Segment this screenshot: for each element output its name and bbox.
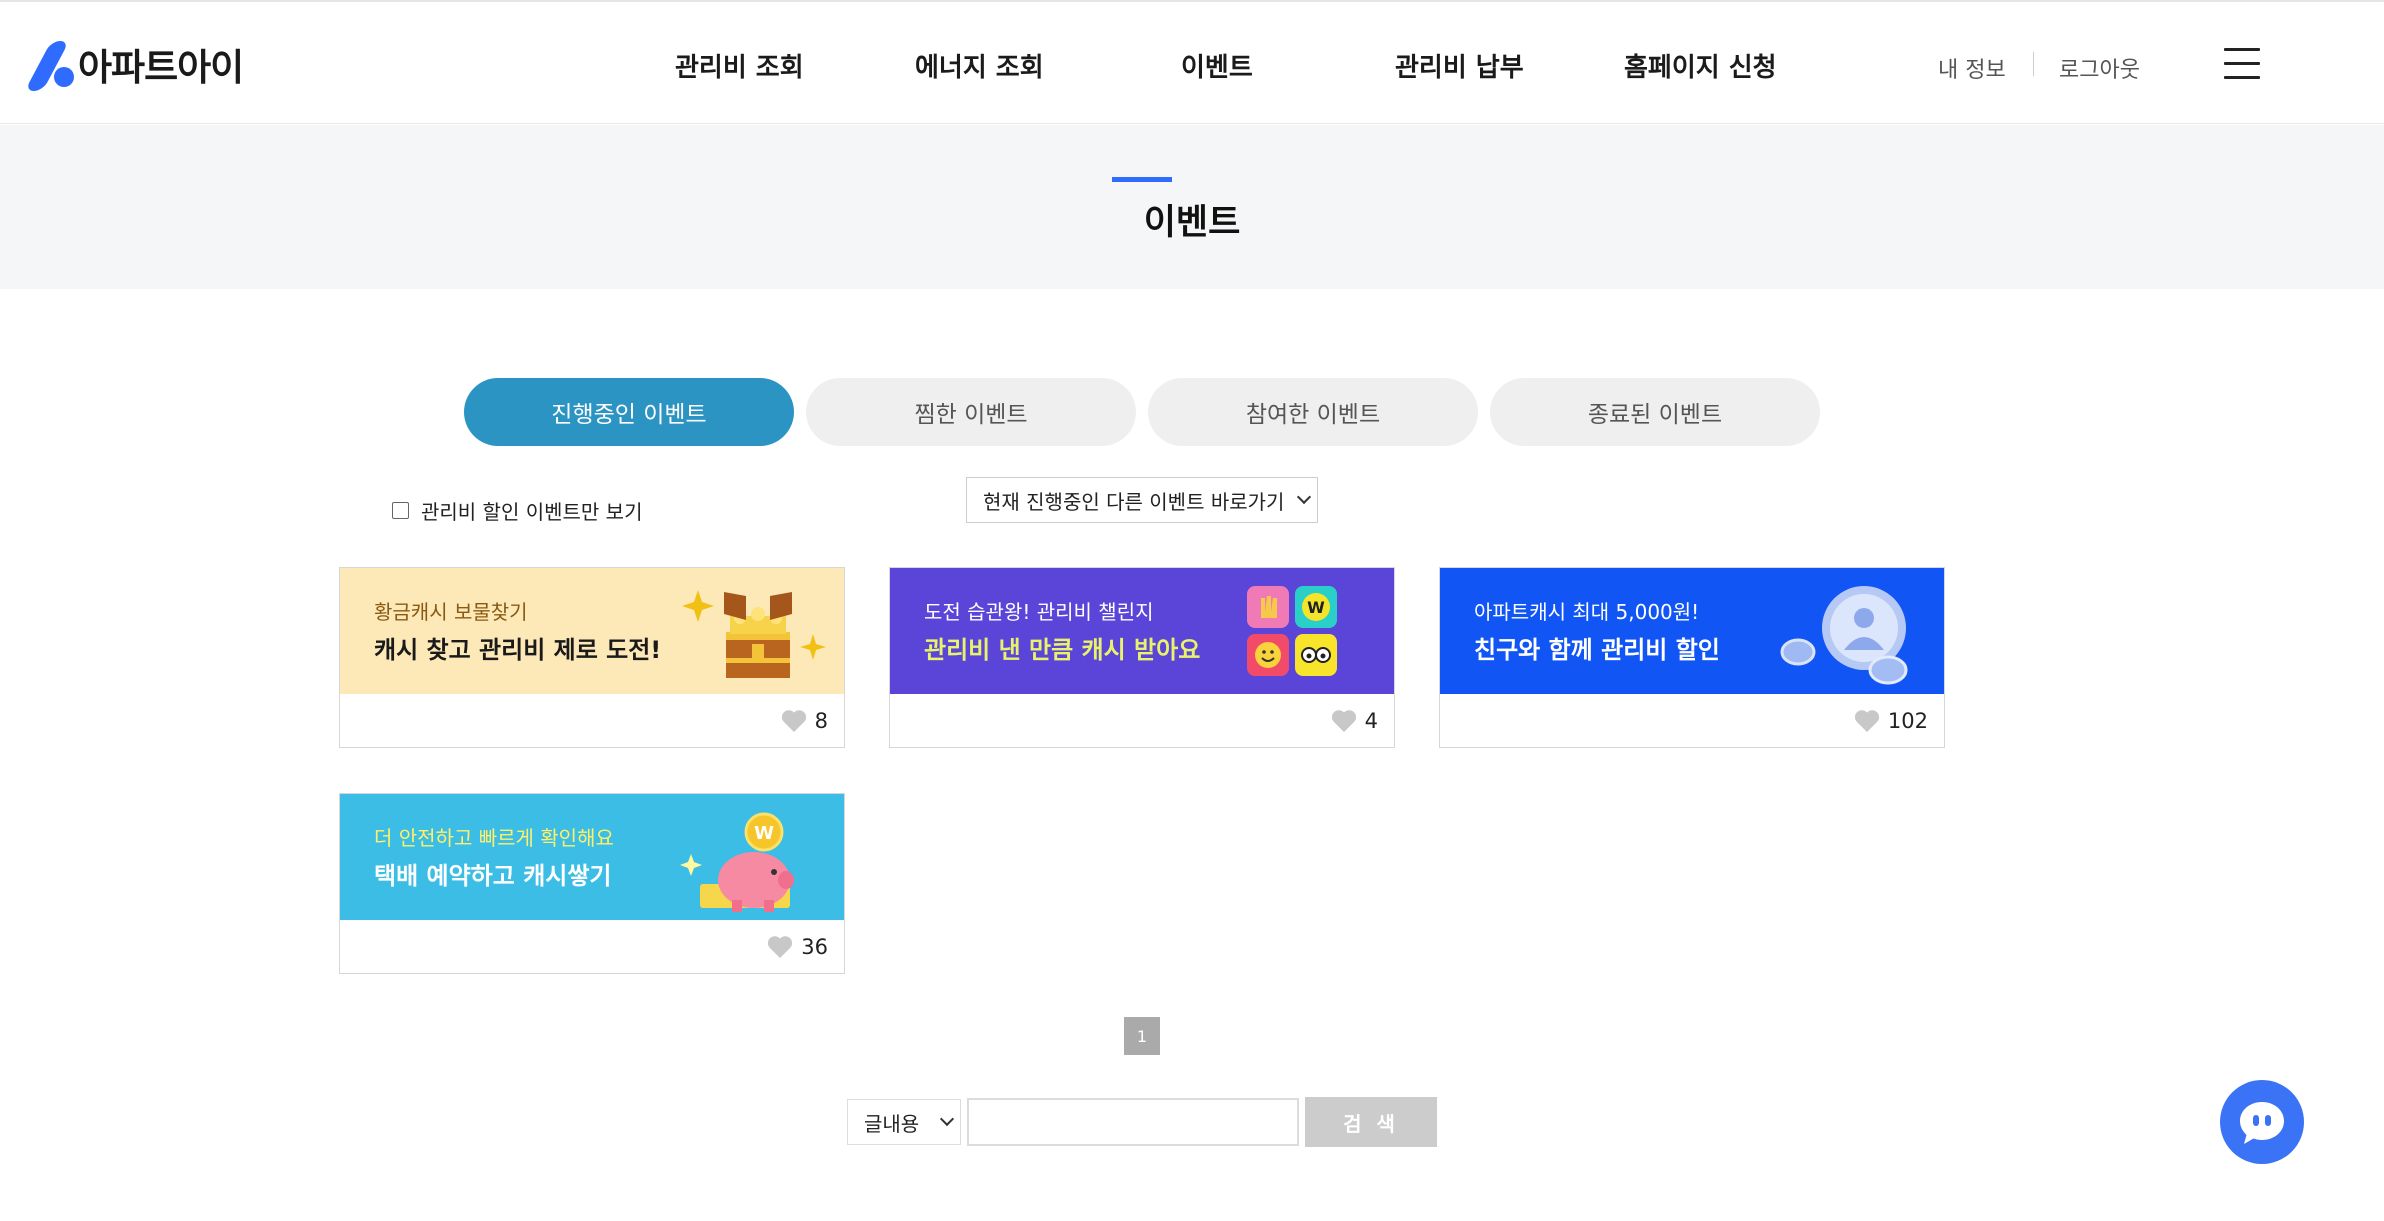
event-card-challenge[interactable]: 도전 습관왕! 관리비 챌린지 관리비 낸 만큼 캐시 받아요 W 4	[889, 567, 1395, 748]
util-divider	[2033, 52, 2034, 76]
nav-bill-inquiry[interactable]: 관리비 조회	[675, 47, 804, 84]
event-title: 관리비 낸 만큼 캐시 받아요	[924, 636, 1201, 664]
like-counter[interactable]: 8	[781, 709, 828, 733]
svg-text:W: W	[1307, 598, 1325, 617]
like-counter[interactable]: 102	[1854, 709, 1928, 733]
tab-ongoing-events[interactable]: 진행중인 이벤트	[464, 378, 794, 446]
event-banner[interactable]: 도전 습관왕! 관리비 챌린지 관리비 낸 만큼 캐시 받아요 W	[890, 568, 1394, 694]
friend-coins-icon	[1780, 586, 1908, 685]
event-card-friend-referral[interactable]: 아파트캐시 최대 5,000원! 친구와 함께 관리비 할인 102	[1439, 567, 1945, 748]
logo[interactable]: 아파트아이	[24, 40, 244, 91]
challenge-stickers-icon: W	[1247, 586, 1337, 676]
like-count: 36	[801, 935, 828, 959]
bill-discount-filter[interactable]: 관리비 할인 이벤트만 보기	[392, 496, 642, 525]
heart-icon[interactable]	[1854, 709, 1880, 733]
logout-link[interactable]: 로그아웃	[2059, 52, 2140, 84]
page-number-current[interactable]: 1	[1124, 1017, 1160, 1055]
chat-button[interactable]	[2220, 1080, 2304, 1164]
heart-icon[interactable]	[1331, 709, 1357, 733]
event-card-parcel[interactable]: 더 안전하고 빠르게 확인해요 택배 예약하고 캐시쌓기 W 36	[339, 793, 845, 974]
svg-text:W: W	[754, 823, 774, 844]
tab-favorite-events[interactable]: 찜한 이벤트	[806, 378, 1136, 446]
title-accent-bar	[1112, 177, 1172, 182]
event-title: 친구와 함께 관리비 할인	[1474, 636, 1720, 664]
like-count: 4	[1364, 709, 1378, 733]
tab-participated-events[interactable]: 참여한 이벤트	[1148, 378, 1478, 446]
nav-events[interactable]: 이벤트	[1181, 47, 1253, 84]
bill-discount-checkbox-label: 관리비 할인 이벤트만 보기	[421, 500, 643, 524]
heart-icon[interactable]	[767, 935, 793, 959]
like-count: 8	[814, 709, 828, 733]
event-title: 택배 예약하고 캐시쌓기	[374, 862, 612, 890]
search-input[interactable]	[967, 1098, 1299, 1146]
nav-homepage-apply[interactable]: 홈페이지 신청	[1624, 47, 1777, 84]
search-field-select-value: 글내용	[864, 1111, 920, 1136]
heart-icon[interactable]	[781, 709, 807, 733]
search-button[interactable]: 검 색	[1305, 1097, 1437, 1147]
event-subtitle: 더 안전하고 빠르게 확인해요	[374, 826, 614, 850]
logo-mark-icon	[24, 41, 74, 91]
treasure-chest-icon	[682, 590, 826, 678]
nav-energy-inquiry[interactable]: 에너지 조회	[915, 47, 1044, 84]
like-count: 102	[1887, 709, 1928, 733]
event-banner[interactable]: 아파트캐시 최대 5,000원! 친구와 함께 관리비 할인	[1440, 568, 1944, 694]
site-header: 아파트아이 관리비 조회 에너지 조회 이벤트 관리비 납부 홈페이지 신청 내…	[0, 0, 2384, 124]
chevron-down-icon	[1296, 489, 1312, 505]
chevron-down-icon	[939, 1111, 955, 1127]
event-card-treasure[interactable]: 황금캐시 보물찾기 캐시 찾고 관리비 제로 도전! 8	[339, 567, 845, 748]
hamburger-menu-icon[interactable]	[2224, 46, 2260, 80]
event-banner[interactable]: 황금캐시 보물찾기 캐시 찾고 관리비 제로 도전!	[340, 568, 844, 694]
page-title: 이벤트	[1143, 203, 1241, 243]
event-title: 캐시 찾고 관리비 제로 도전!	[374, 636, 662, 664]
other-events-select-value: 현재 진행중인 다른 이벤트 바로가기	[983, 489, 1285, 514]
event-subtitle: 황금캐시 보물찾기	[374, 600, 528, 624]
tab-ended-events[interactable]: 종료된 이벤트	[1490, 378, 1820, 446]
other-events-select[interactable]: 현재 진행중인 다른 이벤트 바로가기	[966, 477, 1318, 523]
bill-discount-checkbox[interactable]	[392, 502, 409, 519]
search-field-select[interactable]: 글내용	[847, 1099, 961, 1145]
like-counter[interactable]: 4	[1331, 709, 1378, 733]
event-subtitle: 도전 습관왕! 관리비 챌린지	[924, 600, 1154, 624]
event-banner[interactable]: 더 안전하고 빠르게 확인해요 택배 예약하고 캐시쌓기 W	[340, 794, 844, 920]
event-subtitle: 아파트캐시 최대 5,000원!	[1474, 600, 1700, 624]
nav-bill-payment[interactable]: 관리비 납부	[1395, 47, 1524, 84]
like-counter[interactable]: 36	[767, 935, 828, 959]
chat-bubble-icon	[2240, 1102, 2284, 1144]
my-info-link[interactable]: 내 정보	[1938, 52, 2006, 84]
piggy-bank-icon: W	[680, 812, 794, 912]
logo-text: 아파트아이	[78, 46, 244, 89]
